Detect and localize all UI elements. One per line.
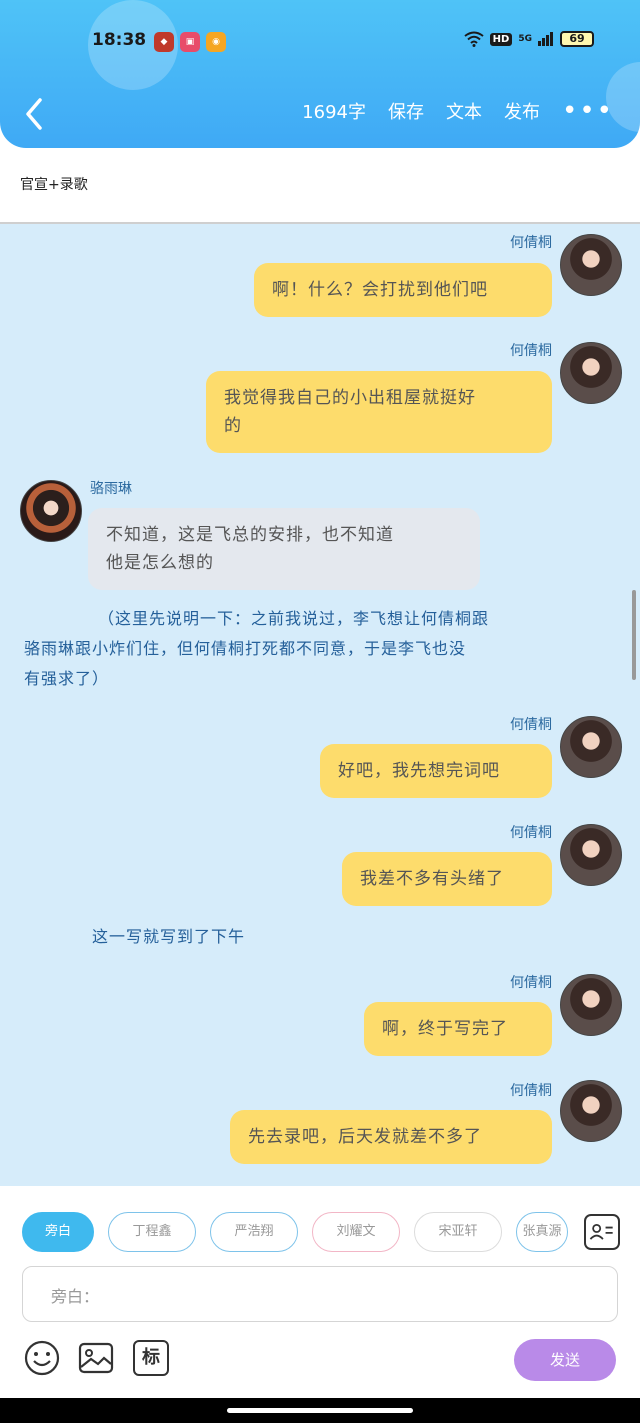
status-icons: HD 5G 69 [464,31,594,47]
message-bubble[interactable]: 啊，终于写完了 [364,1002,552,1056]
role-chip[interactable]: 张真源 [516,1212,568,1252]
clock: 18:38 [92,30,147,50]
message-line: 的 [224,416,242,436]
message-bubble[interactable]: 先去录吧，后天发就差不多了 [230,1110,552,1164]
signal-icon [538,32,553,46]
network-label: 5G [518,34,532,44]
more-icon[interactable]: ••• [562,98,614,124]
text-button[interactable]: 文本 [446,98,482,124]
avatar[interactable] [560,716,622,778]
speaker-name: 何倩桐 [510,235,552,251]
role-chip[interactable]: 严浩翔 [210,1212,298,1252]
message-bubble[interactable]: 我差不多有头绪了 [342,852,552,906]
chat-area[interactable]: 何倩桐 啊！什么？会打扰到他们吧 何倩桐 我觉得我自己的小出租屋就挺好 的 骆雨… [0,224,640,1186]
input-panel: 旁白 丁程鑫 严浩翔 刘耀文 宋亚轩 张真源 旁白： 标 发送 [0,1186,640,1398]
publish-button[interactable]: 发布 [504,98,540,124]
message-line: 不知道，这是飞总的安排，也不知道 [106,525,394,545]
emoji-icon[interactable] [24,1340,60,1376]
narration[interactable]: （这里先说明一下：之前我说过，李飞想让何倩桐跟 骆雨琳跟小炸们住，但何倩桐打死都… [24,604,624,694]
image-icon[interactable] [78,1340,114,1376]
hd-icon: HD [489,32,513,46]
status-bar: 18:38 ◆ ▣ ◉ HD 5G 69 [0,22,640,62]
narration-line: （这里先说明一下：之前我说过，李飞想让何倩桐跟 [98,609,490,628]
contacts-icon[interactable] [584,1214,620,1250]
narration[interactable]: 这一写就写到了下午 [92,922,245,952]
role-chip[interactable]: 旁白 [22,1212,94,1252]
role-chips: 旁白 丁程鑫 严浩翔 刘耀文 宋亚轩 张真源 [22,1212,568,1252]
narration-line: 骆雨琳跟小炸们住，但何倩桐打死都不同意，于是李飞也没 [24,639,467,658]
story-title[interactable]: 官宣+录歌 [20,174,88,194]
avatar[interactable] [560,974,622,1036]
role-chip[interactable]: 刘耀文 [312,1212,400,1252]
message-bubble[interactable]: 不知道，这是飞总的安排，也不知道 他是怎么想的 [88,508,480,590]
message-input[interactable]: 旁白： [22,1266,618,1322]
story-title-row: 官宣+录歌 [0,148,640,224]
toolbar: 1694字 保存 文本 发布 ••• [302,98,614,124]
word-count: 1694字 [302,102,366,123]
avatar[interactable] [20,480,82,542]
game-app-icon: ◆ [154,32,174,52]
message-bubble[interactable]: 啊！什么？会打扰到他们吧 [254,263,552,317]
message-bubble[interactable]: 好吧，我先想完词吧 [320,744,552,798]
message-line: 我觉得我自己的小出租屋就挺好 [224,388,476,408]
header: 18:38 ◆ ▣ ◉ HD 5G 69 1694字 保存 文本 发布 ••• [0,0,640,148]
speaker-name: 何倩桐 [510,343,552,359]
avatar[interactable] [560,234,622,296]
home-indicator[interactable] [227,1408,413,1413]
avatar[interactable] [560,342,622,404]
speaker-name: 何倩桐 [510,975,552,991]
message-bubble[interactable]: 我觉得我自己的小出租屋就挺好 的 [206,371,552,453]
scrollbar[interactable] [632,590,636,680]
system-nav-bar [0,1398,640,1423]
speaker-name: 骆雨琳 [90,481,132,497]
weibo-icon: ◉ [206,32,226,52]
shopping-app-icon: ▣ [180,32,200,52]
message-line: 他是怎么想的 [106,553,214,573]
speaker-name: 何倩桐 [510,825,552,841]
tag-button[interactable]: 标 [133,1340,169,1376]
narration-line: 有强求了） [24,669,110,688]
back-arrow-icon[interactable] [20,94,50,134]
battery-icon: 69 [560,31,594,47]
role-chip[interactable]: 丁程鑫 [108,1212,196,1252]
send-button[interactable]: 发送 [514,1339,616,1381]
speaker-name: 何倩桐 [510,717,552,733]
wifi-icon [464,31,484,47]
speaker-name: 何倩桐 [510,1083,552,1099]
role-chip[interactable]: 宋亚轩 [414,1212,502,1252]
avatar[interactable] [560,824,622,886]
save-button[interactable]: 保存 [388,98,424,124]
avatar[interactable] [560,1080,622,1142]
